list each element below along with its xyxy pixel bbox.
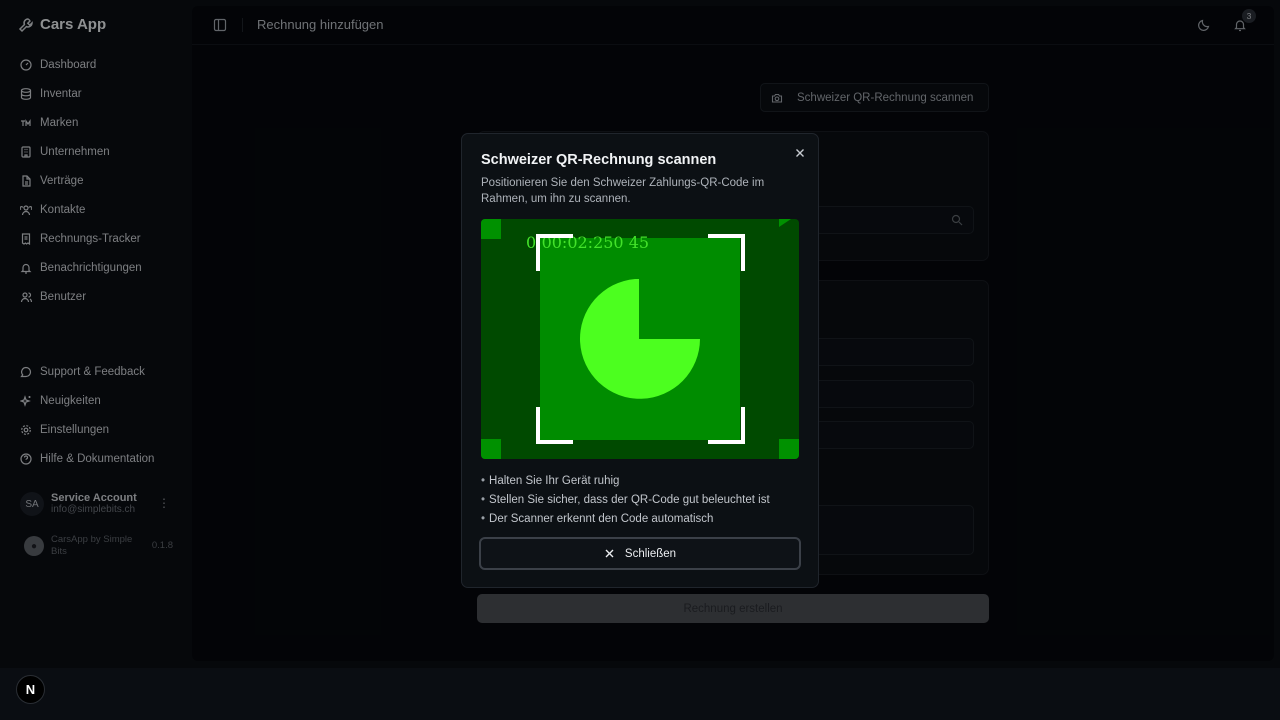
dialog-description: Positionieren Sie den Schweizer Zahlungs… (481, 177, 765, 205)
scan-frame-corner (536, 234, 573, 271)
dialog-title: Schweizer QR-Rechnung scannen (481, 152, 717, 168)
corner-square (779, 439, 799, 459)
scan-frame-corner (536, 407, 573, 444)
scan-frame-corner (708, 234, 745, 271)
scan-tips-list: Halten Sie Ihr Gerät ruhig Stellen Sie s… (481, 472, 801, 529)
close-icon[interactable] (793, 146, 807, 160)
close-dialog-button-label: Schließen (624, 547, 677, 560)
list-item: Halten Sie Ihr Gerät ruhig (481, 472, 801, 491)
camera-scanner-view: 0:00:02:250 45 (481, 219, 799, 459)
corner-square (481, 219, 501, 239)
list-item: Der Scanner erkennt den Code automatisch (481, 510, 801, 529)
qr-scan-dialog: Schweizer QR-Rechnung scannen Positionie… (461, 133, 819, 588)
corner-square (481, 439, 501, 459)
close-icon (605, 549, 614, 558)
framework-badge[interactable]: N (16, 675, 45, 704)
scan-frame-corner (708, 407, 745, 444)
list-item: Stellen Sie sicher, dass der QR-Code gut… (481, 491, 801, 510)
close-dialog-button[interactable]: Schließen (479, 537, 801, 570)
corner-triangle (779, 219, 791, 227)
